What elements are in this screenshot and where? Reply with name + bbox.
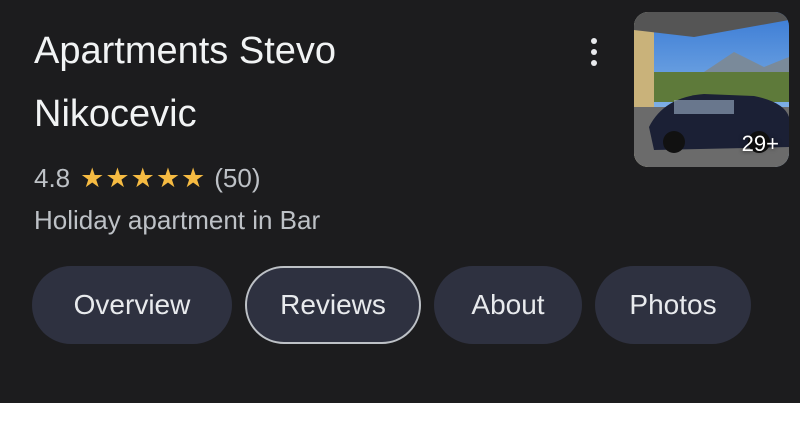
rating-value: 4.8 — [34, 162, 71, 193]
star-icon: ★ — [105, 162, 130, 193]
star-icon: ★ — [155, 162, 181, 193]
place-category: Holiday apartment in Bar — [34, 205, 321, 235]
tab-overview[interactable]: Overview — [32, 266, 232, 344]
star-icon: ★ — [130, 162, 155, 193]
review-count: (50) — [214, 162, 261, 193]
place-title: Apartments Stevo Nikocevic — [34, 20, 554, 146]
more-vert-icon[interactable] — [580, 34, 608, 70]
star-rating: ★ ★ ★ ★ ★ — [80, 162, 206, 193]
place-title-line2: Nikocevic — [34, 93, 197, 135]
divider — [0, 403, 800, 421]
tab-about[interactable]: About — [434, 266, 582, 344]
place-title-line1: Apartments Stevo — [34, 30, 337, 72]
rating-row[interactable]: 4.8 ★ ★ ★ ★ ★ (50) — [34, 158, 261, 198]
place-card: Apartments Stevo Nikocevic 4.8 ★ ★ ★ ★ ★… — [0, 0, 800, 403]
tab-bar: Overview Reviews About Photos — [32, 266, 764, 346]
photo-count: 29+ — [741, 131, 779, 156]
tab-reviews[interactable]: Reviews — [245, 266, 421, 344]
star-icon: ★ — [80, 162, 105, 193]
place-photo-thumbnail[interactable]: 29+ — [634, 12, 789, 167]
tab-photos[interactable]: Photos — [595, 266, 751, 344]
star-icon: ★ — [181, 162, 206, 193]
